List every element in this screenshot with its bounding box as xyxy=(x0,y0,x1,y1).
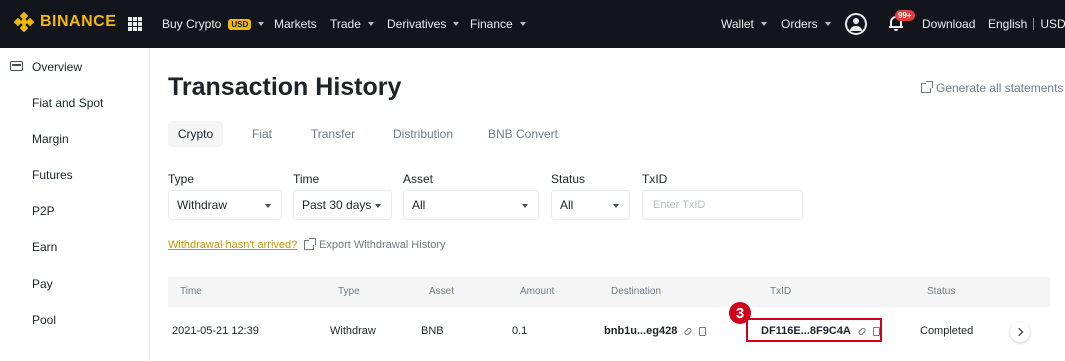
profile-icon[interactable] xyxy=(845,13,867,35)
nav-wallet[interactable]: Wallet xyxy=(721,0,767,48)
column-header-type: Type xyxy=(338,286,360,297)
binance-logo-icon xyxy=(13,11,35,33)
sidebar-item-margin[interactable]: Margin xyxy=(32,132,69,146)
tab-fiat[interactable]: Fiat xyxy=(244,121,280,147)
cell-amount: 0.1 xyxy=(512,325,528,337)
cell-asset: BNB xyxy=(421,325,444,337)
type-label: Type xyxy=(168,172,195,186)
chevron-down-icon xyxy=(824,22,831,26)
step-number-badge: 3 xyxy=(729,302,751,324)
type-select[interactable]: Withdraw xyxy=(168,190,282,220)
chevron-down-icon xyxy=(522,204,528,208)
chevron-down-icon xyxy=(265,204,271,208)
page-title: Transaction History xyxy=(168,73,402,101)
external-link-icon xyxy=(304,238,316,250)
column-header-destination: Destination xyxy=(611,286,662,297)
cell-status: Completed xyxy=(920,325,974,337)
column-header-asset: Asset xyxy=(429,286,455,297)
chevron-down-icon xyxy=(519,22,526,26)
chevron-down-icon xyxy=(375,204,381,208)
apps-grid-icon[interactable] xyxy=(128,17,142,31)
time-select[interactable]: Past 30 days xyxy=(293,190,392,220)
sidebar-item-overview[interactable]: Overview xyxy=(32,60,82,74)
status-label: Status xyxy=(551,172,586,186)
chevron-down-icon xyxy=(367,22,374,26)
column-header-txid: TxID xyxy=(770,286,792,297)
tab-distribution[interactable]: Distribution xyxy=(388,121,458,147)
nav-download[interactable]: Download xyxy=(922,0,975,48)
wallet-icon xyxy=(10,61,23,71)
cell-type: Withdraw xyxy=(330,325,376,337)
status-select[interactable]: All xyxy=(551,190,630,220)
binance-logo[interactable]: BINANCE xyxy=(13,11,117,33)
external-link-icon xyxy=(921,81,933,93)
currency-badge: USD xyxy=(228,18,252,30)
txid-highlight-box xyxy=(746,318,882,342)
currency-label: USD xyxy=(1040,17,1065,31)
nav-derivatives[interactable]: Derivatives xyxy=(387,0,460,48)
logo-text: BINANCE xyxy=(40,13,117,30)
nav-finance[interactable]: Finance xyxy=(470,0,526,48)
chevron-right-icon[interactable] xyxy=(1010,322,1030,342)
export-withdrawal-history-link[interactable]: Export Withdrawal History xyxy=(304,238,446,251)
chevron-down-icon xyxy=(613,204,619,208)
tab-crypto[interactable]: Crypto xyxy=(168,121,223,147)
table-header xyxy=(168,277,1050,307)
language-label: English xyxy=(988,17,1028,31)
nav-buy-crypto[interactable]: Buy Crypto USD xyxy=(162,0,265,48)
tab-bnb-convert[interactable]: BNB Convert xyxy=(485,121,561,147)
copy-icon[interactable] xyxy=(699,326,707,336)
nav-language-currency[interactable]: English USD xyxy=(988,0,1065,48)
asset-select[interactable]: All xyxy=(403,190,539,220)
column-header-status: Status xyxy=(927,286,956,297)
nav-trade[interactable]: Trade xyxy=(330,0,374,48)
sidebar-item-futures[interactable]: Futures xyxy=(32,168,73,182)
sidebar-item-pay[interactable]: Pay xyxy=(32,277,53,291)
link-icon[interactable] xyxy=(683,326,694,336)
top-nav: BINANCE Buy Crypto USD Markets Trade Der… xyxy=(0,0,1065,48)
column-header-amount: Amount xyxy=(520,286,555,297)
sidebar-item-pool[interactable]: Pool xyxy=(32,313,56,327)
nav-orders[interactable]: Orders xyxy=(781,0,831,48)
generate-statements-link[interactable]: Generate all statements xyxy=(921,81,1063,95)
notification-badge: 99+ xyxy=(895,10,915,21)
nav-markets[interactable]: Markets xyxy=(274,0,317,48)
withdrawal-not-arrived-link[interactable]: Withdrawal hasn't arrived? xyxy=(168,239,297,251)
column-header-time: Time xyxy=(180,286,202,297)
sidebar-item-fiat-spot[interactable]: Fiat and Spot xyxy=(32,96,103,110)
divider xyxy=(1033,18,1035,30)
sidebar xyxy=(0,48,150,361)
chevron-down-icon xyxy=(453,22,460,26)
txid-label: TxID xyxy=(642,172,668,186)
tab-transfer[interactable]: Transfer xyxy=(306,121,360,147)
chevron-down-icon xyxy=(258,22,265,26)
cell-time: 2021-05-21 12:39 xyxy=(172,325,259,337)
chevron-down-icon xyxy=(760,22,767,26)
txid-input[interactable]: Enter TxID xyxy=(642,190,803,220)
time-label: Time xyxy=(293,172,320,186)
sidebar-item-earn[interactable]: Earn xyxy=(32,240,57,254)
asset-label: Asset xyxy=(403,172,434,186)
sidebar-item-p2p[interactable]: P2P xyxy=(32,204,55,218)
cell-destination: bnb1u...eg428 xyxy=(604,325,707,337)
